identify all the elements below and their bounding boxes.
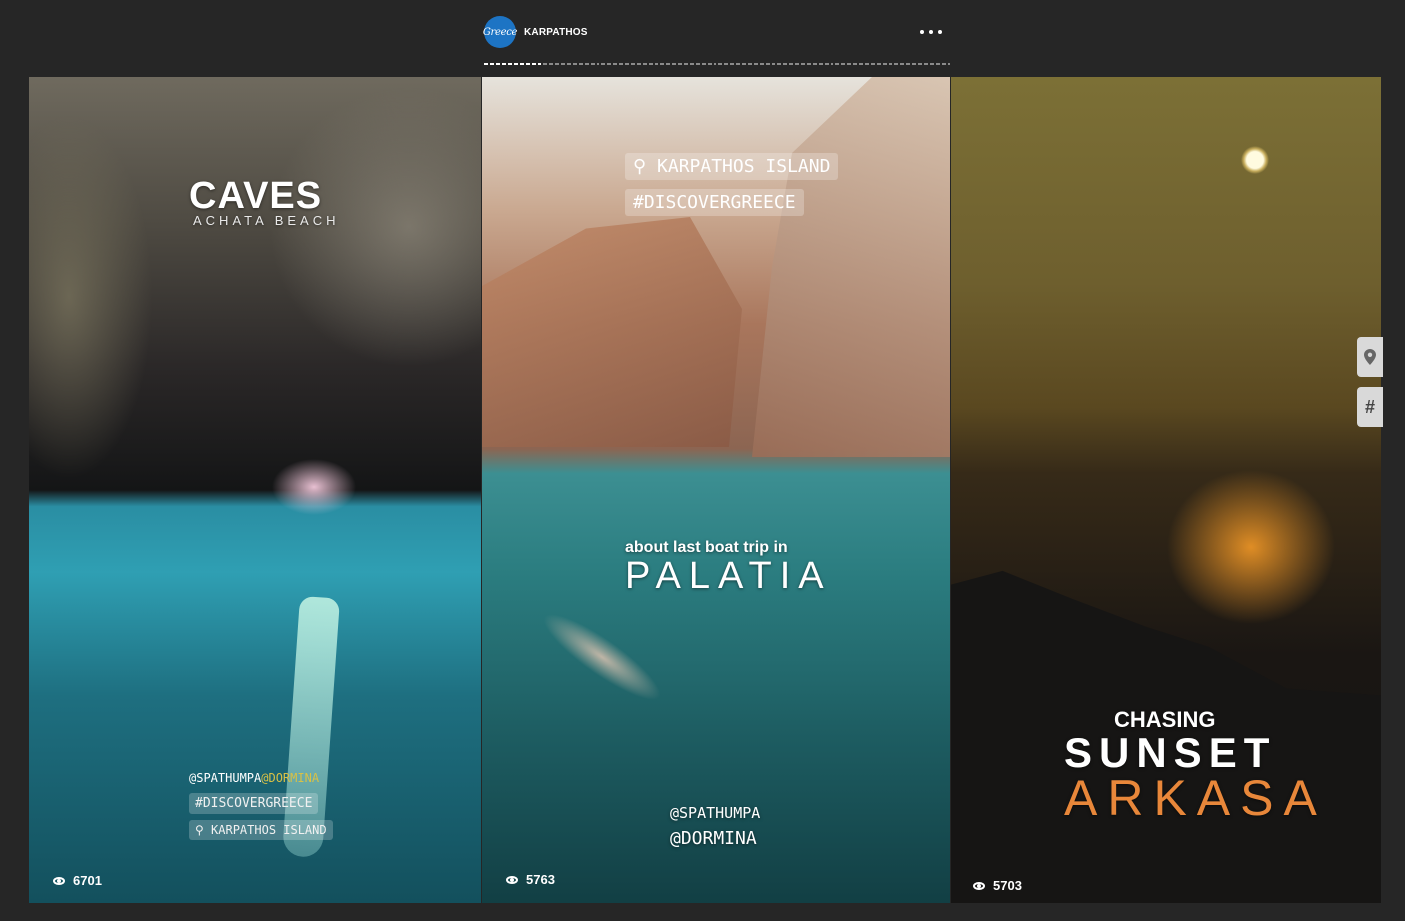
hashtag-sticker-tab[interactable]: # [1357, 387, 1383, 427]
progress-segment [718, 63, 775, 65]
view-count: 6701 [53, 873, 102, 888]
dot-icon [929, 30, 933, 34]
progress-segment [893, 63, 950, 65]
eye-icon [973, 881, 985, 890]
hashtag-icon: # [1364, 396, 1375, 417]
avatar[interactable]: Greece [482, 16, 518, 48]
hashtag-sticker[interactable]: #DISCOVERGREECE [625, 189, 804, 216]
mention-line: @SPATHUMPA@DORMINA [189, 771, 333, 785]
story-header: Greece KARPATHOS [482, 16, 950, 50]
progress-segment [659, 63, 716, 65]
cave-rock-image [29, 77, 481, 497]
cliff-right-image [752, 77, 950, 457]
location-pin-icon: ⚲ [195, 823, 212, 837]
sticker-stack: @SPATHUMPA@DORMINA #DISCOVERGREECE ⚲ KAR… [189, 771, 333, 844]
cliff-left-image [482, 217, 742, 447]
location-label: KARPATHOS ISLAND [657, 156, 831, 177]
mention-sticker[interactable]: @DORMINA [670, 826, 760, 851]
story-subtitle: ACHATA BEACH [193, 213, 340, 228]
eye-icon [506, 875, 518, 884]
story-card-caves[interactable]: CAVES ACHATA BEACH @SPATHUMPA@DORMINA #D… [29, 77, 481, 903]
location-label: KARPATHOS ISLAND [211, 823, 327, 837]
account-name[interactable]: KARPATHOS [524, 27, 588, 38]
story-progress-bar [484, 63, 950, 65]
dot-icon [938, 30, 942, 34]
view-count-value: 5703 [993, 878, 1022, 893]
mention-sticker[interactable]: @SPATHUMPA [189, 771, 261, 785]
story-card-palatia[interactable]: ⚲ KARPATHOS ISLAND #DISCOVERGREECE about… [482, 77, 950, 903]
story-title: PALATIA [625, 555, 832, 597]
progress-segment [484, 63, 541, 65]
dot-icon [920, 30, 924, 34]
view-count-value: 6701 [73, 873, 102, 888]
progress-segment [835, 63, 892, 65]
view-count: 5703 [973, 878, 1022, 893]
avatar-logo-text: Greece [482, 26, 518, 38]
mention-sticker[interactable]: @DORMINA [261, 771, 319, 785]
progress-segment [542, 63, 599, 65]
location-pin-icon [1364, 349, 1376, 365]
mention-sticker[interactable]: @SPATHUMPA [670, 801, 760, 826]
view-count-value: 5763 [526, 872, 555, 887]
progress-segment [776, 63, 833, 65]
story-title: CAVES [189, 175, 323, 217]
progress-segment [601, 63, 658, 65]
story-subtitle: ARKASA [1064, 770, 1327, 826]
location-sticker[interactable]: ⚲ KARPATHOS ISLAND [625, 153, 839, 180]
hashtag-sticker[interactable]: #DISCOVERGREECE [189, 793, 319, 814]
eye-icon [53, 876, 65, 885]
location-sticker-tab[interactable] [1357, 337, 1383, 377]
view-count: 5763 [506, 872, 555, 887]
location-sticker[interactable]: ⚲ KARPATHOS ISLAND [189, 820, 333, 840]
mention-stack: @SPATHUMPA @DORMINA [670, 801, 760, 851]
story-card-sunset[interactable]: CHASING SUNSET ARKASA 5703 [951, 77, 1381, 903]
location-pin-icon: ⚲ [633, 156, 658, 177]
more-options-button[interactable] [920, 22, 942, 42]
